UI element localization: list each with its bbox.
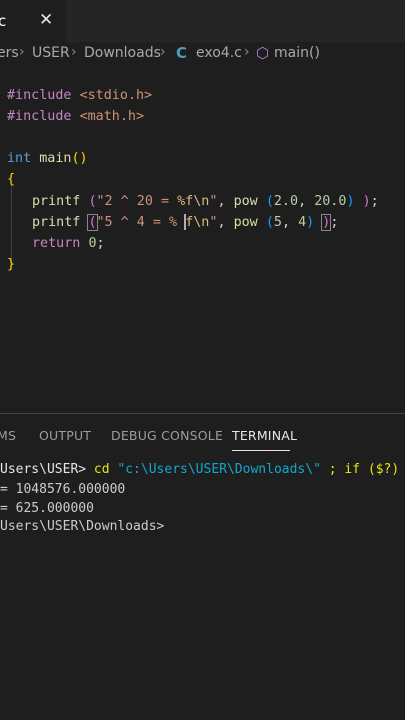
open-paren: (	[88, 194, 97, 209]
tab-terminal[interactable]: TERMINAL	[232, 428, 297, 443]
escape-seq: \n	[193, 215, 210, 230]
tab-output[interactable]: OUTPUT	[39, 428, 91, 443]
return-keyword: return	[32, 236, 81, 251]
tab-problems[interactable]: MS	[0, 428, 16, 443]
include-directive: #include	[7, 88, 72, 103]
format-spec: %f	[177, 194, 194, 209]
function-cube-icon: ⬡	[256, 44, 270, 62]
include-header: <stdio.h>	[79, 88, 153, 103]
string-literal: "2 ^ 20 =	[96, 194, 178, 209]
open-paren-inner: (	[265, 194, 274, 209]
editor-tab-bar: c ✕	[0, 0, 405, 42]
code-line-2: #include <math.h>	[7, 107, 144, 127]
comma: ,	[217, 215, 234, 230]
breadcrumb-separator: ›	[19, 44, 25, 60]
call-pow: pow	[233, 215, 258, 230]
semicolon: ;	[96, 236, 105, 251]
type-keyword: int	[7, 151, 32, 166]
call-pow: pow	[233, 194, 258, 209]
breadcrumb-item-function[interactable]: main()	[274, 45, 320, 61]
code-line-5: {	[7, 172, 16, 187]
code-line-1: #include <stdio.h>	[7, 86, 152, 106]
parens: ()	[71, 151, 88, 166]
return-value: 0	[88, 236, 97, 251]
include-directive: #include	[7, 109, 72, 124]
breadcrumb-item-user[interactable]: USER	[32, 45, 70, 61]
breadcrumb-item-users[interactable]: ers	[0, 45, 19, 61]
active-tab-indicator	[232, 450, 290, 451]
editor-tab[interactable]: c ✕	[0, 0, 66, 42]
close-paren-inner: )	[306, 215, 315, 230]
terminal-output-line: = 625.000000	[0, 501, 94, 516]
comma: ,	[298, 194, 315, 209]
editor-tab-label: c	[0, 12, 7, 30]
terminal-prompt: Users\USER>	[0, 462, 94, 477]
function-name: main	[39, 151, 72, 166]
terminal-argument: "c:\Users\USER\Downloads\"	[109, 462, 321, 477]
bottom-panel: MS OUTPUT DEBUG CONSOLE TERMINAL Users\U…	[0, 414, 405, 720]
breadcrumb-separator: ›	[160, 44, 166, 60]
code-editor[interactable]: #include <stdio.h> #include <math.h> int…	[0, 66, 405, 411]
code-line-7: printf ("5 ^ 4 = % f\n", pow (5, 4) );	[32, 213, 338, 233]
escape-seq: \n	[193, 194, 210, 209]
open-paren-inner: (	[265, 215, 274, 230]
code-line-6: printf ("2 ^ 20 = %f\n", pow (2.0, 20.0)…	[32, 192, 379, 212]
include-header: <math.h>	[79, 109, 145, 124]
string-literal: "5 ^ 4 = %	[96, 215, 186, 230]
arg-number: 5	[273, 215, 282, 230]
breadcrumb-separator: ›	[71, 44, 77, 60]
terminal-output-line: = 1048576.000000	[0, 482, 126, 497]
call-printf: printf	[32, 215, 81, 230]
close-paren-inner: )	[346, 194, 355, 209]
breadcrumb-item-downloads[interactable]: Downloads	[84, 45, 161, 61]
semicolon: ;	[370, 194, 379, 209]
code-line-8: return 0;	[32, 234, 105, 254]
close-paren: )	[362, 194, 371, 209]
call-printf: printf	[32, 194, 81, 209]
comma: ,	[281, 215, 299, 230]
arg-number: 20.0	[314, 194, 347, 209]
open-paren-matched: (	[87, 214, 98, 231]
c-file-icon: C	[176, 44, 188, 62]
arg-number: 4	[298, 215, 307, 230]
code-line-9: }	[7, 257, 16, 272]
comma: ,	[217, 194, 234, 209]
tab-debug-console[interactable]: DEBUG CONSOLE	[111, 428, 223, 443]
semicolon: ;	[330, 215, 339, 230]
close-icon[interactable]: ✕	[39, 10, 53, 30]
code-line-4: int main()	[7, 149, 88, 169]
terminal-command-rest: ; if ($?) {	[328, 462, 400, 477]
arg-number: 2.0	[273, 194, 299, 209]
terminal-command: cd	[93, 462, 110, 477]
terminal-line-1: Users\USER> cd "c:\Users\USER\Downloads\…	[0, 460, 405, 479]
breadcrumb-separator: ›	[244, 44, 250, 60]
breadcrumb: ers › USER › Downloads › C exo4.c › ⬡ ma…	[0, 42, 405, 66]
terminal-prompt-line[interactable]: Users\USER\Downloads>	[0, 517, 164, 536]
breadcrumb-item-file[interactable]: exo4.c	[196, 45, 242, 61]
